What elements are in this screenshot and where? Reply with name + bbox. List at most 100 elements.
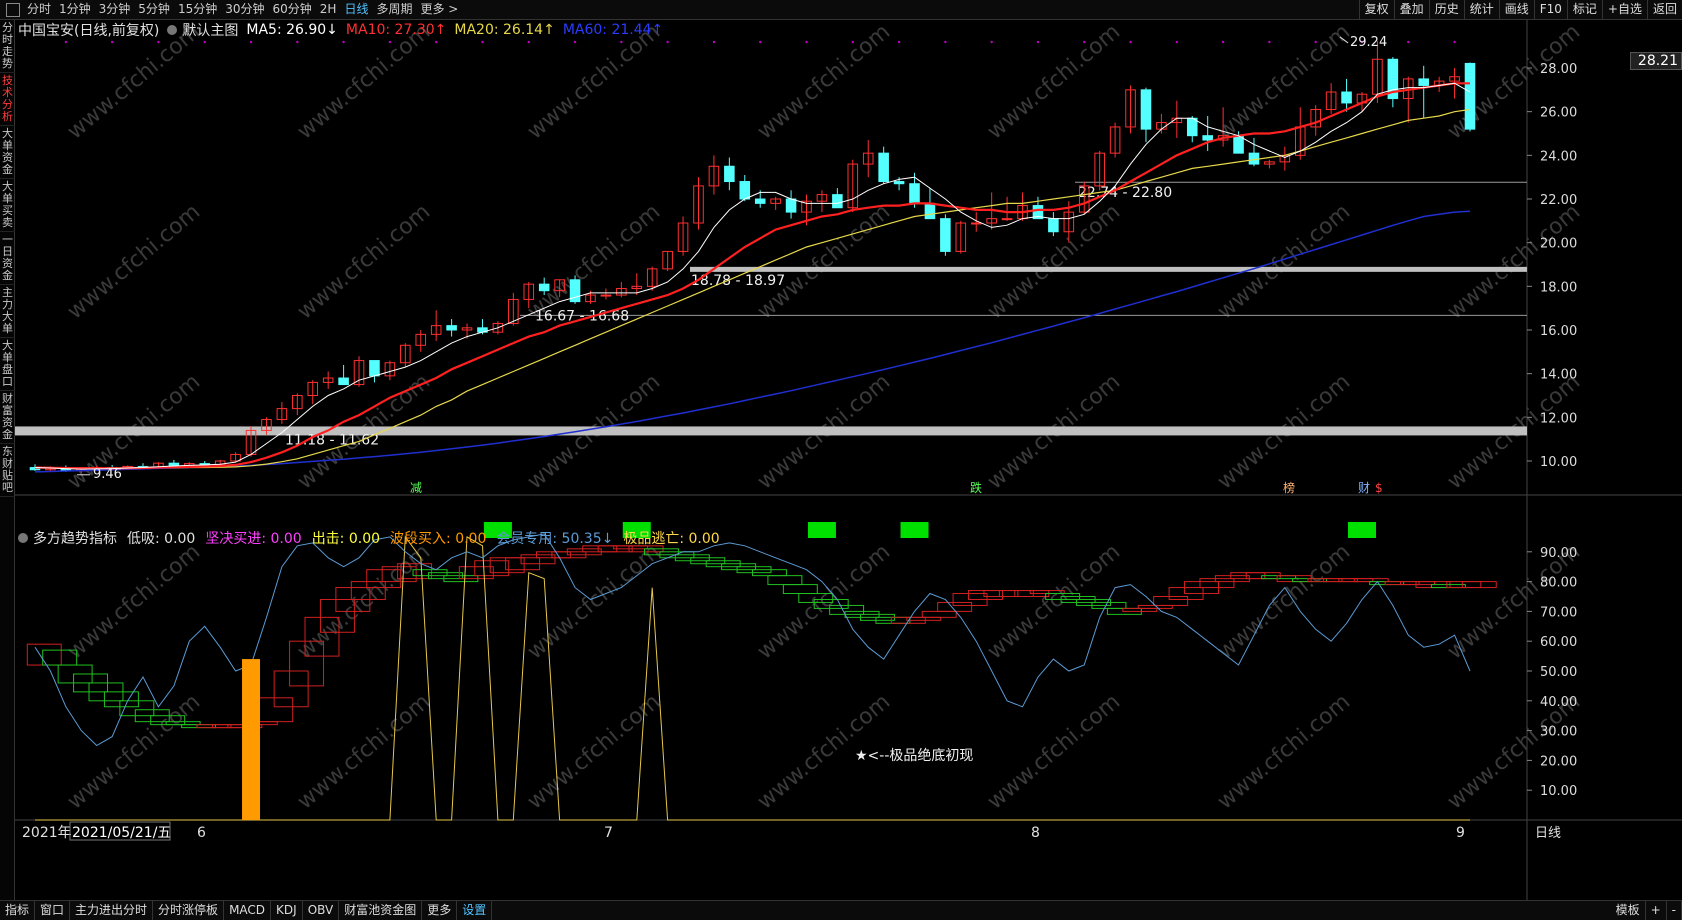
period-tab[interactable]: 1分钟 [55, 0, 95, 19]
member-value: 会员专用: 50.35↓ [496, 531, 614, 547]
toolbar-button[interactable]: 统计 [1463, 0, 1499, 20]
signal-dot [388, 40, 392, 44]
bottom-tab[interactable]: 更多 [422, 901, 458, 920]
stock-chart[interactable]: www.cfchi.com www.cfchi.com www.cfchi.com w… [15, 20, 1682, 900]
left-nav-item[interactable]: 技术分析 [0, 73, 15, 126]
left-nav-item[interactable]: 大单买卖 [0, 179, 15, 232]
candle-down [940, 218, 951, 252]
candle-up [1001, 218, 1013, 221]
signal-dot [1129, 40, 1132, 44]
period-tab[interactable]: 3分钟 [95, 0, 135, 19]
price-axis-label: 10.00 [1540, 455, 1577, 470]
signal-dot [527, 40, 530, 44]
left-nav-item[interactable]: 大单盘口 [0, 338, 15, 391]
bottom-tab[interactable]: 窗口 [35, 901, 71, 920]
left-nav-item[interactable]: 一日资金 [0, 232, 15, 285]
cursor-date-label: 2021/05/21/五 [72, 825, 171, 841]
signal-dot [203, 40, 206, 44]
left-nav-item[interactable]: 大单资金 [0, 126, 15, 179]
overlay-select[interactable]: 默认主图 [167, 20, 238, 40]
escape-signal-block [900, 522, 929, 538]
bottom-tab[interactable]: 主力进出分时 [70, 901, 154, 920]
wave-buy-value: 波段买入: 0.00 [390, 531, 487, 547]
period-tabs: 分时 1分钟 3分钟 5分钟 15分钟 30分钟 60分钟 2H 日线 多周期 更多 > [23, 0, 462, 19]
toolbar-button[interactable]: +自选 [1601, 0, 1647, 20]
left-nav-item[interactable]: 分时走势 [0, 20, 15, 73]
toolbar-button[interactable]: 标记 [1566, 0, 1602, 20]
bottom-tab[interactable]: KDJ [271, 901, 303, 920]
escape-signal-block [807, 522, 836, 538]
period-tab[interactable]: 30分钟 [221, 0, 268, 19]
trend-box-up [474, 560, 510, 577]
toolbar-button[interactable]: 历史 [1428, 0, 1464, 20]
candle-up [970, 222, 982, 225]
trend-box-up [998, 590, 1034, 597]
watermark-text: www.cfchi.com [293, 689, 435, 814]
toolbar-button[interactable]: 复权 [1358, 0, 1394, 20]
bottom-tab[interactable]: 财富池资金图 [339, 901, 423, 920]
signal-dot [1268, 40, 1271, 44]
month-label: 7 [604, 825, 613, 841]
left-nav-item[interactable]: 东财贴吧 [0, 444, 15, 497]
toolbar-button[interactable]: F10 [1533, 0, 1567, 20]
bottom-control[interactable]: + [1646, 901, 1667, 920]
event-marker: 减 [410, 481, 422, 495]
period-tab[interactable]: 60分钟 [269, 0, 316, 19]
watermark-text: www.cfchi.com [63, 689, 205, 814]
sub-axis-label: 80.00 [1540, 576, 1577, 591]
left-nav-item[interactable]: 主力大单 [0, 285, 15, 338]
trend-box-down [767, 575, 803, 586]
toolbar-button[interactable]: 画线 [1498, 0, 1534, 20]
candle-down [1140, 89, 1152, 130]
period-tab[interactable]: 5分钟 [134, 0, 174, 19]
candle-down [832, 194, 843, 209]
candle-down [785, 198, 797, 213]
menu-icon[interactable] [6, 2, 20, 17]
price-axis-label: 28.00 [1540, 62, 1577, 77]
bottom-tab[interactable]: MACD [224, 901, 272, 920]
bottom-tab[interactable]: 分时涨停板 [153, 901, 225, 920]
period-tab[interactable]: 15分钟 [174, 0, 221, 19]
signal-dot [1036, 40, 1040, 44]
bottom-tab[interactable]: 指标 [0, 901, 36, 920]
sub-axis-label: 50.00 [1540, 665, 1577, 680]
signal-dot [620, 40, 623, 44]
watermark-text: www.cfchi.com [753, 20, 895, 145]
period-tab[interactable]: 分时 [23, 0, 55, 19]
period-tab[interactable]: 日线 [340, 0, 372, 19]
signal-dot [1221, 40, 1225, 44]
signal-dot [342, 40, 345, 44]
last-price-tag: 28.21 [1630, 52, 1682, 70]
ma20-value: MA20: 26.14↑ [454, 22, 555, 38]
period-tab[interactable]: 更多 > [416, 0, 462, 19]
event-marker: 跌 [970, 480, 982, 495]
trend-box-up [258, 697, 294, 723]
toolbar-button[interactable]: 叠加 [1393, 0, 1429, 20]
signal-dot [944, 40, 947, 44]
candle-down [369, 360, 380, 377]
period-tab[interactable]: 2H [316, 0, 341, 19]
date-year-label: 2021年 [22, 825, 72, 841]
left-nav-item[interactable]: 财富资金 [0, 391, 15, 444]
low-price-label: 9.46 [93, 467, 122, 482]
bottom-tab[interactable]: OBV [303, 901, 340, 920]
bottom-right-controls: 模板 + - [1611, 901, 1682, 920]
sub-axis-label: 70.00 [1540, 605, 1577, 620]
watermark-text: www.cfchi.com [63, 539, 205, 664]
signal-dot [434, 40, 438, 44]
period-tab[interactable]: 多周期 [372, 0, 416, 19]
sub-axis-label: 20.00 [1540, 754, 1577, 769]
bottom-tab[interactable]: 设置 [457, 901, 493, 920]
candle-down [909, 183, 920, 204]
candle-down [1248, 152, 1260, 165]
bottom-control[interactable]: 模板 [1611, 901, 1646, 920]
candle-down [538, 283, 550, 292]
high-price-label: 29.24 [1350, 35, 1387, 50]
bottom-tabs: 指标 窗口 主力进出分时 分时涨停板 MACD KDJ OBV 财富池资金图 更多 设置 [0, 901, 493, 920]
candle-up [600, 294, 612, 297]
bottom-control[interactable]: - [1667, 901, 1682, 920]
toolbar-button[interactable]: 返回 [1646, 0, 1682, 20]
signal-dot [990, 40, 993, 44]
indicator-name[interactable]: 多方趋势指标 [18, 528, 117, 548]
settings-dot-icon [18, 533, 28, 543]
